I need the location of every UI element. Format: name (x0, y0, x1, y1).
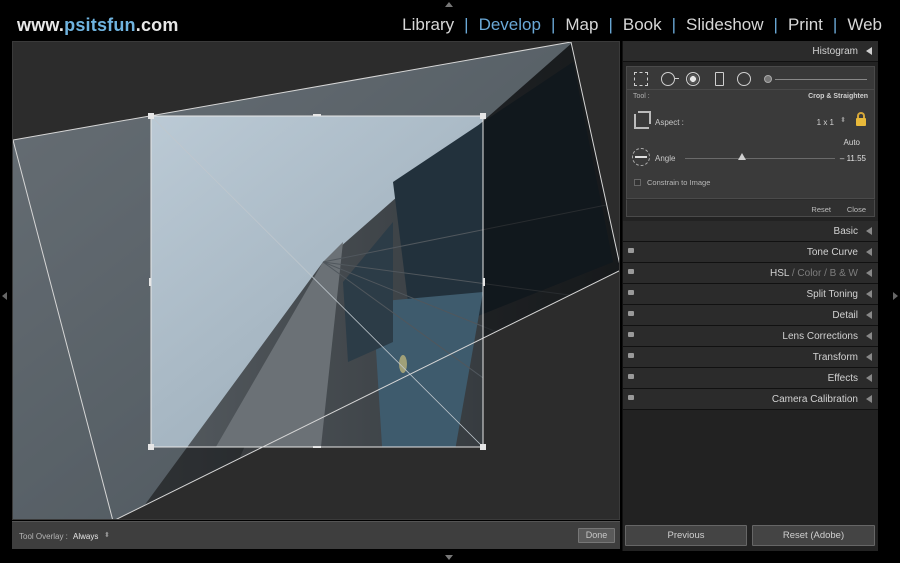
panel-title: Camera Calibration (771, 394, 858, 405)
reset-adobe-button[interactable]: Reset (Adobe) (752, 525, 875, 546)
module-library[interactable]: Library (392, 15, 464, 35)
panel-header-hsl[interactable]: HSL / Color / B & W (623, 263, 878, 284)
panel-switch-icon[interactable] (628, 374, 634, 379)
collapse-triangle-icon[interactable] (866, 395, 872, 403)
collapse-filmstrip-arrow-icon[interactable] (445, 555, 453, 560)
panel-switch-icon[interactable] (628, 353, 634, 358)
panel-title: Basic (833, 226, 858, 237)
chevron-updown-icon[interactable]: ⬍ (104, 531, 110, 539)
tool-strip (626, 66, 875, 90)
crop-overlay-icon[interactable] (634, 72, 648, 86)
collapse-right-panel-arrow-icon[interactable] (893, 292, 898, 300)
panel-title: Lens Corrections (782, 331, 858, 342)
angle-label: Angle (655, 154, 676, 163)
panel-switch-icon[interactable] (628, 395, 634, 400)
panel-title: Detail (832, 310, 858, 321)
panel-title: HSL / Color / B & W (769, 268, 858, 279)
collapse-left-panel-arrow-icon[interactable] (2, 292, 7, 300)
constrain-label: Constrain to Image (647, 178, 711, 187)
bw-tab[interactable]: B & W (830, 268, 858, 279)
collapse-triangle-icon[interactable] (866, 332, 872, 340)
collapse-triangle-icon[interactable] (866, 47, 872, 55)
tool-overlay-select[interactable]: Always (73, 532, 98, 541)
module-book[interactable]: Book (613, 15, 672, 35)
panel-header-detail[interactable]: Detail (623, 305, 878, 326)
previous-button[interactable]: Previous (625, 525, 747, 546)
adjustment-brush-icon[interactable] (764, 75, 772, 83)
lock-icon[interactable] (856, 112, 866, 126)
crop-close-button[interactable]: Close (847, 205, 866, 214)
crop-aspect-icon-part (638, 111, 651, 124)
collapse-triangle-icon[interactable] (866, 248, 872, 256)
panel-switch-icon[interactable] (628, 248, 634, 253)
panel-header-camera-calibration[interactable]: Camera Calibration (623, 389, 878, 410)
red-eye-icon[interactable] (686, 72, 700, 86)
brand-accent: psitsfun (64, 15, 136, 35)
right-panel: Histogram Tool : Crop & Straighten Aspec… (622, 41, 878, 551)
angle-slider-track[interactable] (685, 158, 835, 159)
collapse-triangle-icon[interactable] (866, 269, 872, 277)
panel-switch-icon[interactable] (628, 311, 634, 316)
collapse-triangle-icon[interactable] (866, 290, 872, 298)
identity-plate: www.psitsfun.com (17, 15, 179, 36)
module-web[interactable]: Web (837, 15, 892, 35)
hsl-tab[interactable]: HSL (770, 268, 789, 279)
brand-suffix: .com (135, 15, 179, 35)
histogram-title: Histogram (812, 46, 858, 57)
panel-title: Split Toning (806, 289, 858, 300)
panel-header-lens-corrections[interactable]: Lens Corrections (623, 326, 878, 347)
collapse-triangle-icon[interactable] (866, 353, 872, 361)
panel-switch-icon[interactable] (628, 332, 634, 337)
panel-title: Transform (812, 352, 858, 363)
photo-canvas[interactable] (13, 42, 620, 520)
angle-value[interactable]: – 11.55 (840, 154, 866, 163)
spot-removal-icon[interactable] (661, 72, 675, 86)
crop-panel-footer: Reset Close (626, 199, 875, 217)
collapse-triangle-icon[interactable] (866, 227, 872, 235)
auto-straighten-button[interactable]: Auto (844, 138, 860, 147)
panel-title: Effects (827, 373, 858, 384)
graduated-filter-icon[interactable] (715, 72, 724, 86)
collapse-triangle-icon[interactable] (866, 374, 872, 382)
module-bar: www.psitsfun.com Library | Develop | Map… (0, 0, 900, 40)
chevron-updown-icon[interactable]: ⬍ (840, 116, 846, 124)
aspect-label: Aspect : (655, 118, 684, 127)
develop-panel-list: Basic Tone Curve HSL / Color / B & W Spl… (623, 221, 878, 410)
collapse-triangle-icon[interactable] (866, 311, 872, 319)
panel-header-transform[interactable]: Transform (623, 347, 878, 368)
tool-overlay-label: Tool Overlay : (19, 532, 68, 541)
module-develop[interactable]: Develop (469, 15, 551, 35)
develop-toolbar: Tool Overlay : Always ⬍ Done (12, 521, 620, 549)
panel-header-tone-curve[interactable]: Tone Curve (623, 242, 878, 263)
panel-switch-icon[interactable] (628, 290, 634, 295)
module-print[interactable]: Print (778, 15, 833, 35)
histogram-panel-header[interactable]: Histogram (623, 41, 878, 62)
constrain-checkbox[interactable] (634, 179, 641, 186)
brand-prefix: www. (17, 15, 65, 35)
tool-name: Crop & Straighten (808, 93, 868, 100)
photo-workspace[interactable] (12, 41, 620, 520)
panel-switch-icon[interactable] (628, 269, 634, 274)
module-map[interactable]: Map (555, 15, 608, 35)
collapse-top-panel-arrow-icon[interactable] (445, 2, 453, 7)
panel-header-split-toning[interactable]: Split Toning (623, 284, 878, 305)
crop-straighten-panel: Tool : Crop & Straighten Aspect : 1 x 1 … (626, 90, 875, 199)
crop-reset-button[interactable]: Reset (811, 205, 831, 214)
adjustment-brush-line (775, 79, 867, 80)
tool-label: Tool : (633, 93, 650, 100)
radial-filter-icon[interactable] (737, 72, 751, 86)
color-tab[interactable]: Color (797, 268, 821, 279)
straighten-level-icon (635, 156, 647, 158)
module-slideshow[interactable]: Slideshow (676, 15, 774, 35)
panel-title: Tone Curve (806, 247, 858, 258)
panel-bottom-buttons: Previous Reset (Adobe) (622, 525, 878, 547)
done-button[interactable]: Done (578, 528, 615, 543)
aspect-select[interactable]: 1 x 1 (817, 118, 834, 127)
panel-header-basic[interactable]: Basic (623, 221, 878, 242)
panel-header-effects[interactable]: Effects (623, 368, 878, 389)
spot-removal-handle-icon (675, 78, 679, 79)
module-picker: Library | Develop | Map | Book | Slidesh… (392, 15, 892, 35)
angle-slider-thumb[interactable] (738, 153, 746, 160)
